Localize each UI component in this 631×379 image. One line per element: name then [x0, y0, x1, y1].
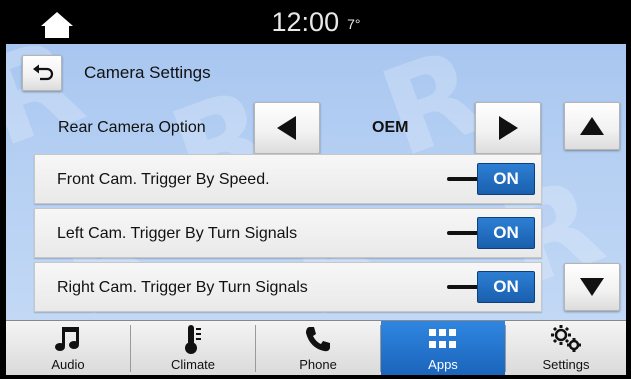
- nav-label: Phone: [299, 357, 337, 372]
- nav-item-settings[interactable]: Settings: [506, 321, 626, 375]
- setting-row-label: Right Cam. Trigger By Turn Signals: [57, 279, 308, 296]
- scroll-up-button[interactable]: [564, 102, 620, 150]
- outside-temperature: 7°: [347, 16, 361, 32]
- nav-label: Audio: [51, 357, 85, 372]
- clock-time: 12:00: [271, 7, 340, 37]
- nav-item-apps[interactable]: Apps: [381, 321, 505, 375]
- triangle-down-icon: [580, 278, 604, 296]
- right-cam-toggle[interactable]: ON: [477, 271, 535, 303]
- rear-camera-previous-button[interactable]: [254, 102, 320, 154]
- scroll-down-button[interactable]: [564, 263, 620, 311]
- toggle-track: [447, 177, 481, 181]
- toggle-track: [447, 285, 481, 289]
- triangle-up-icon: [580, 117, 604, 135]
- rear-camera-option-label: Rear Camera Option: [58, 119, 206, 136]
- back-button[interactable]: [22, 55, 62, 91]
- nav-item-phone[interactable]: Phone: [256, 321, 380, 375]
- front-cam-toggle[interactable]: ON: [477, 163, 535, 195]
- nav-item-audio[interactable]: Audio: [6, 321, 130, 375]
- triangle-left-icon: [277, 116, 296, 140]
- setting-row-label: Front Cam. Trigger By Speed.: [57, 171, 270, 188]
- rear-camera-next-button[interactable]: [475, 102, 541, 154]
- setting-row-front-cam-speed[interactable]: Front Cam. Trigger By Speed. ON: [34, 154, 542, 204]
- music-note-icon: [55, 327, 79, 351]
- status-clock: 12:00 7°: [6, 7, 626, 38]
- gears-icon: [551, 325, 581, 352]
- apps-grid-icon: [429, 329, 456, 348]
- triangle-right-icon: [499, 116, 518, 140]
- status-bar: 12:00 7°: [6, 4, 626, 44]
- back-arrow-icon: [33, 64, 54, 81]
- left-cam-toggle[interactable]: ON: [477, 217, 535, 249]
- setting-row-left-cam-signals[interactable]: Left Cam. Trigger By Turn Signals ON: [34, 208, 542, 258]
- page-title: Camera Settings: [84, 63, 211, 82]
- nav-label: Climate: [170, 357, 216, 372]
- thermometer-icon: [185, 325, 201, 354]
- head-unit-screen: 12:00 7° R R R R R R Camera Settings Rear…: [6, 4, 626, 375]
- rear-camera-option-value: OEM: [372, 119, 409, 136]
- setting-row-right-cam-signals[interactable]: Right Cam. Trigger By Turn Signals ON: [34, 262, 542, 312]
- phone-icon: [306, 327, 330, 352]
- setting-row-label: Left Cam. Trigger By Turn Signals: [57, 225, 298, 242]
- nav-label: Settings: [542, 357, 590, 372]
- bottom-nav-bar: Audio Climate Phone Apps Settings: [6, 320, 626, 375]
- settings-content: R R R R R R Camera Settings Rear Camera …: [6, 44, 626, 320]
- nav-item-climate[interactable]: Climate: [131, 321, 255, 375]
- toggle-track: [447, 231, 481, 235]
- nav-label: Apps: [428, 357, 458, 372]
